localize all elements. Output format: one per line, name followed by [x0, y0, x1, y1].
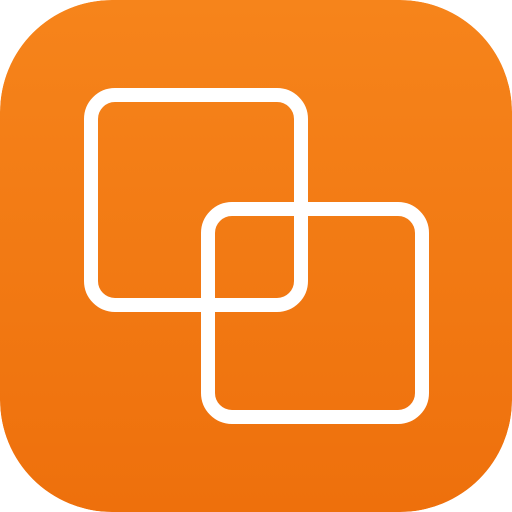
app-icon[interactable]: [0, 0, 512, 512]
overlapping-squares-icon: [0, 0, 512, 512]
icon-background: [0, 0, 512, 512]
